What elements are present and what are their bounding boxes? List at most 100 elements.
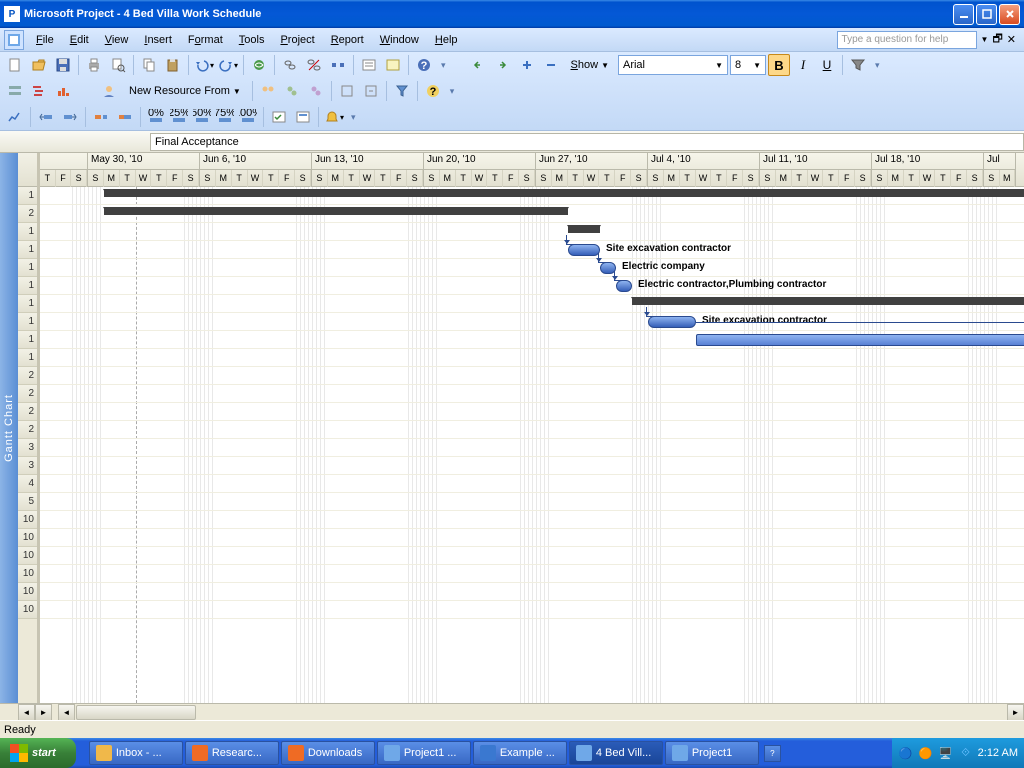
bluetooth-icon[interactable]: ⟐ [958,745,974,761]
entry-field[interactable]: Final Acceptance [150,133,1024,151]
task-bar[interactable] [696,334,1024,346]
gantt-chart-area[interactable]: TFSMay 30, '10SMTWTFSJun 6, '10SMTWTFSJu… [40,153,1024,703]
row-header[interactable]: 2 [18,367,37,385]
gantt-row[interactable] [40,601,1024,619]
task-drivers-button[interactable] [4,80,26,102]
scrollbar-thumb[interactable] [76,705,196,720]
scrollbar-track[interactable] [75,704,1007,720]
save-button[interactable] [52,54,74,76]
zoom-preset-button[interactable]: 75% [214,106,236,128]
gantt-row[interactable] [40,511,1024,529]
zoom-preset-button[interactable]: 0% [145,106,167,128]
collab-toolbar-button[interactable] [292,106,314,128]
row-header[interactable]: 1 [18,313,37,331]
gantt-row[interactable] [40,241,1024,259]
indent-button[interactable] [492,54,514,76]
summary-bar[interactable] [568,225,600,233]
zoom-preset-button[interactable]: 25% [168,106,190,128]
task-bar[interactable] [568,244,600,256]
taskbar-item[interactable]: Example ... [473,741,567,765]
menu-edit[interactable]: Edit [62,31,97,49]
new-button[interactable] [4,54,26,76]
gantt-row[interactable] [40,223,1024,241]
row-header[interactable]: 3 [18,439,37,457]
zoom-preset-button[interactable]: 100% [237,106,259,128]
print-preview-button[interactable] [107,54,129,76]
row-header[interactable]: 10 [18,529,37,547]
row-header[interactable]: 1 [18,187,37,205]
row-header[interactable]: 1 [18,223,37,241]
link-tasks-button[interactable] [279,54,301,76]
row-header[interactable]: 1 [18,331,37,349]
hide-subtasks-button[interactable] [540,54,562,76]
toolbar-overflow-icon[interactable]: ▾ [871,60,884,71]
filter-icon[interactable] [847,54,869,76]
tray-icon[interactable]: 🟠 [918,745,934,761]
timescale-header[interactable]: TFSMay 30, '10SMTWTFSJun 6, '10SMTWTFSJu… [40,153,1024,187]
help-button[interactable]: ? [413,54,435,76]
minimize-button[interactable] [953,4,974,25]
tracking-setup-button[interactable] [4,106,26,128]
link-button[interactable] [248,54,270,76]
bold-button[interactable]: B [768,54,790,76]
row-header[interactable]: 10 [18,601,37,619]
taskbar-item[interactable]: Project1 ... [377,741,471,765]
font-selector[interactable]: Arial▼ [618,55,728,75]
gantt-row[interactable] [40,493,1024,511]
new-resource-from-dropdown[interactable]: New Resource From▼ [122,80,248,102]
view-bar[interactable]: Gantt Chart [0,153,18,703]
guide-button[interactable]: ? [422,80,444,102]
row-header[interactable]: 3 [18,457,37,475]
help-search-input[interactable]: Type a question for help [837,31,977,49]
toolbar-overflow-icon[interactable]: ▾ [347,112,360,123]
summary-bar[interactable] [104,189,1024,197]
gantt-row[interactable] [40,457,1024,475]
gantt-body[interactable]: Site excavation contractorElectric compa… [40,187,1024,703]
refresh-pool-button[interactable] [305,80,327,102]
split-task-button[interactable] [327,54,349,76]
summary-bar[interactable] [632,297,1024,305]
taskbar-item[interactable]: 4 Bed Vill... [569,741,663,765]
gantt-row[interactable] [40,565,1024,583]
menu-report[interactable]: Report [323,31,372,49]
tray-icon[interactable]: 🖥️ [938,745,954,761]
taskbar-item[interactable]: Researc... [185,741,279,765]
update-pool-button[interactable] [281,80,303,102]
start-button[interactable]: start [0,738,76,768]
task-info-button[interactable] [358,54,380,76]
gantt-row[interactable] [40,277,1024,295]
gantt-row[interactable] [40,583,1024,601]
task-bar[interactable] [648,316,696,328]
add-progress-button[interactable] [114,106,136,128]
gantt-view-button[interactable] [28,80,50,102]
resource-graph-button[interactable] [52,80,74,102]
scroll-left-button[interactable]: ◄ [18,704,35,721]
toolbar-overflow-icon[interactable]: ▾ [437,60,450,71]
menu-insert[interactable]: Insert [136,31,180,49]
gantt-row[interactable] [40,349,1024,367]
system-tray[interactable]: 🔵 🟠 🖥️ ⟐ 2:12 AM [892,738,1024,768]
open-button[interactable] [28,54,50,76]
gantt-row[interactable] [40,547,1024,565]
gantt-row[interactable] [40,403,1024,421]
row-header[interactable]: 4 [18,475,37,493]
row-header[interactable]: 10 [18,511,37,529]
taskbar-item[interactable]: Project1 [665,741,759,765]
gantt-row[interactable] [40,385,1024,403]
show-dropdown[interactable]: Show▼ [564,54,616,76]
mdi-restore-icon[interactable]: 🗗 [992,30,1002,49]
unlink-tasks-button[interactable] [303,54,325,76]
update-tasks-button[interactable] [268,106,290,128]
menu-view[interactable]: View [97,31,137,49]
row-header[interactable]: 2 [18,385,37,403]
taskbar-item[interactable]: Inbox - ... [89,741,183,765]
gantt-row[interactable] [40,439,1024,457]
task-bar[interactable] [616,280,632,292]
row-header[interactable]: 10 [18,583,37,601]
menu-format[interactable]: Format [180,31,231,49]
toolbar-overflow-icon[interactable]: ▾ [446,86,459,97]
undo-button[interactable]: ▾ [193,54,215,76]
row-header[interactable]: 1 [18,241,37,259]
taskbar-help-icon[interactable]: ? [764,745,781,762]
row-header[interactable]: 2 [18,421,37,439]
